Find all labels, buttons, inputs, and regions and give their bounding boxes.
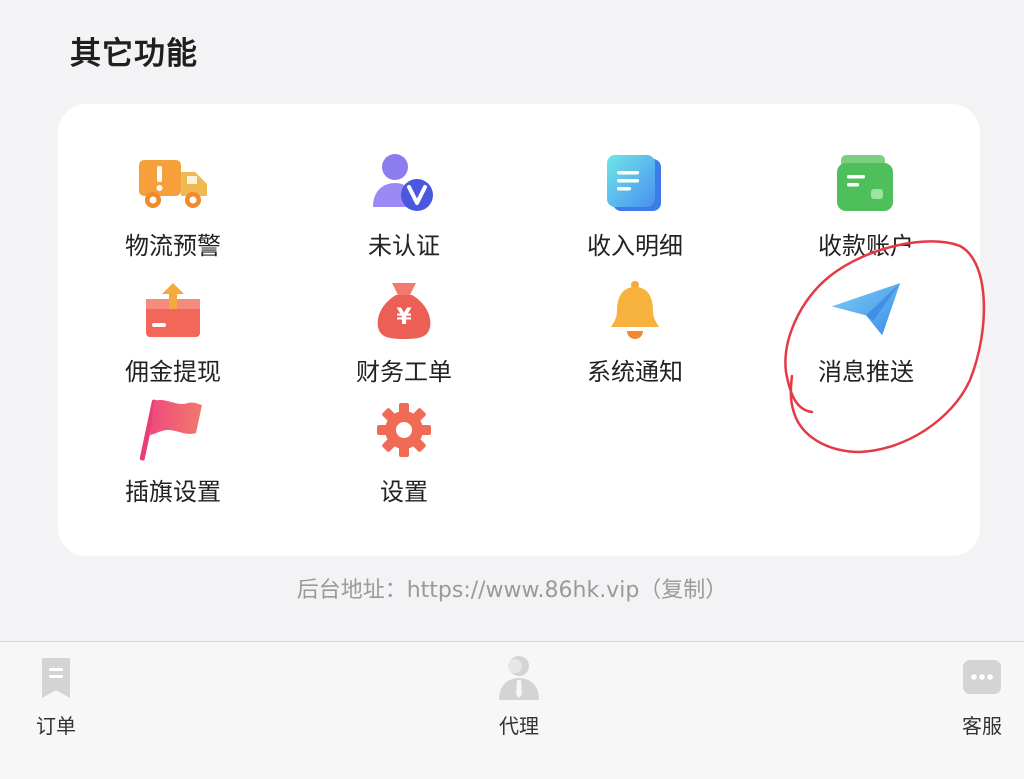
grid-item-unverified[interactable]: 未认证 — [304, 148, 504, 268]
grid-item-message-push[interactable]: 消息推送 — [766, 274, 966, 394]
money-bag-icon: ¥ — [368, 274, 440, 346]
grid-item-label: 系统通知 — [587, 358, 683, 386]
grid-item-label: 物流预警 — [125, 232, 221, 260]
grid-item-label: 收入明细 — [587, 232, 683, 260]
grid-item-label: 收款账户 — [818, 232, 914, 260]
agent-icon — [495, 654, 543, 702]
withdraw-box-icon — [137, 274, 209, 346]
backend-url-copy-link[interactable]: 后台地址：https://www.86hk.vip（复制） — [0, 572, 1024, 604]
chat-icon — [958, 654, 1006, 702]
paper-plane-icon — [830, 274, 902, 346]
wallet-icon — [830, 148, 902, 220]
flag-icon — [137, 394, 209, 466]
tab-customer-service[interactable]: 客服 — [932, 654, 1024, 744]
svg-text:¥: ¥ — [396, 305, 412, 330]
bottom-tabbar: 订单 代理 客服 — [0, 642, 1024, 779]
section-title: 其它功能 — [70, 36, 198, 72]
grid-item-income-details[interactable]: 收入明细 — [535, 148, 735, 268]
grid-item-logistics-warning[interactable]: 物流预警 — [73, 148, 273, 268]
grid-item-label: 设置 — [380, 478, 428, 506]
grid-item-flag-settings[interactable]: 插旗设置 — [73, 394, 273, 514]
grid-item-finance-ticket[interactable]: ¥ 财务工单 — [304, 274, 504, 394]
order-icon — [32, 654, 80, 702]
truck-warning-icon — [137, 148, 209, 220]
grid-item-label: 消息推送 — [818, 358, 914, 386]
grid-item-payment-account[interactable]: 收款账户 — [766, 148, 966, 268]
grid-item-label: 插旗设置 — [125, 478, 221, 506]
tab-agent[interactable]: 代理 — [469, 654, 569, 744]
gear-icon — [368, 394, 440, 466]
grid-item-label: 佣金提现 — [125, 358, 221, 386]
user-verify-icon — [368, 148, 440, 220]
tab-label: 订单 — [36, 714, 76, 738]
document-icon — [599, 148, 671, 220]
grid-item-settings[interactable]: 设置 — [304, 394, 504, 514]
grid-item-label: 财务工单 — [356, 358, 452, 386]
bell-icon — [599, 274, 671, 346]
grid-item-system-notice[interactable]: 系统通知 — [535, 274, 735, 394]
tab-label: 客服 — [962, 714, 1002, 738]
feature-grid-card: 物流预警 未认证 收入明细 收款账户 佣金提现 ¥ 财务工单 系统通知 消息推送… — [58, 104, 980, 556]
grid-item-commission-withdraw[interactable]: 佣金提现 — [73, 274, 273, 394]
grid-item-label: 未认证 — [368, 232, 440, 260]
tab-orders[interactable]: 订单 — [6, 654, 106, 744]
tab-label: 代理 — [499, 714, 539, 738]
